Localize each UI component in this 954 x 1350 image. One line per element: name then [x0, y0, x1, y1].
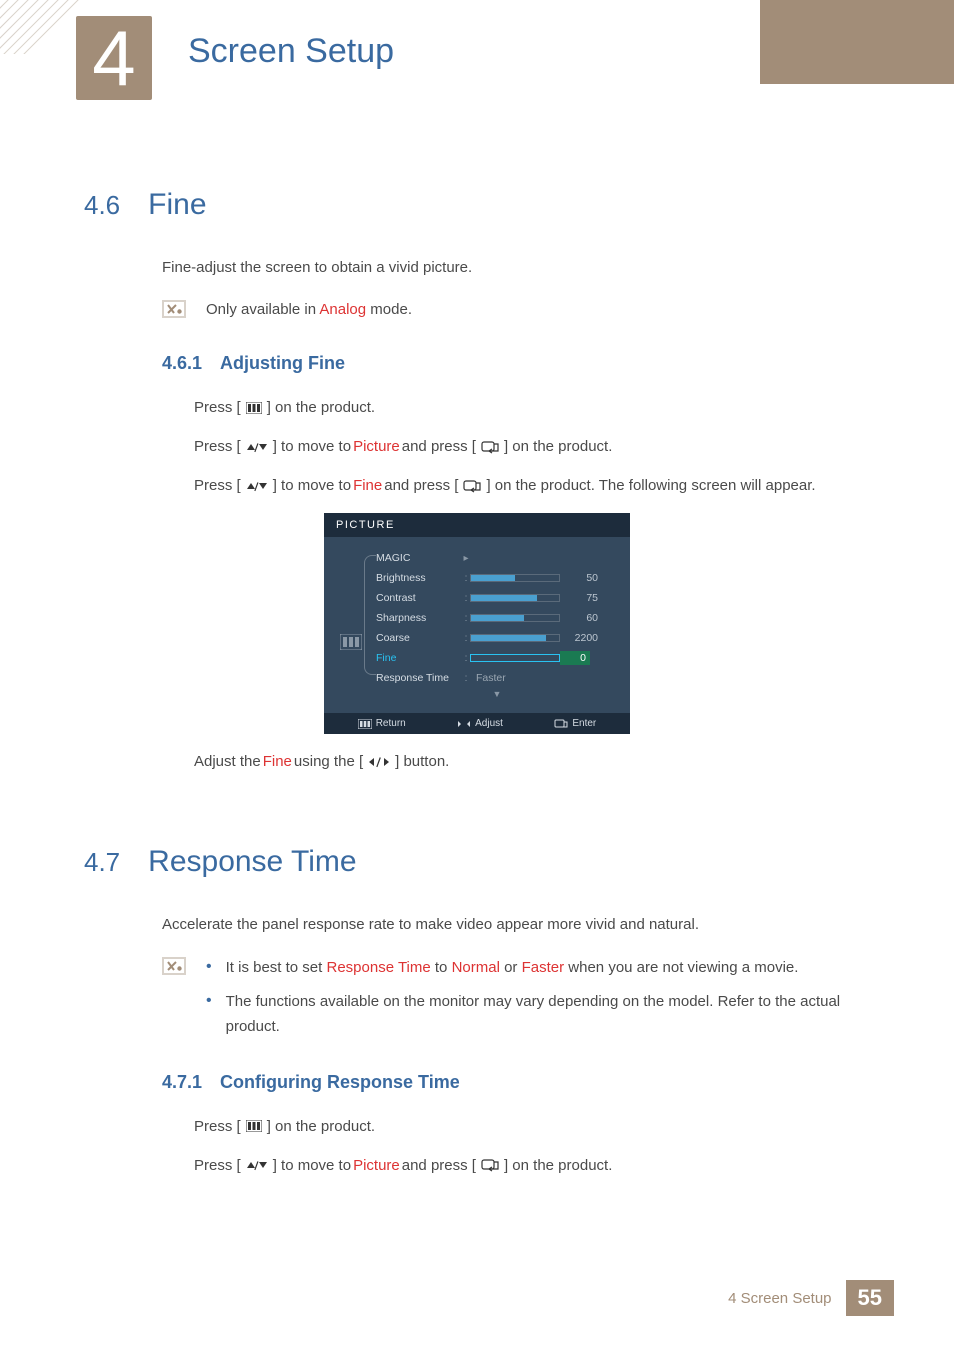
note-analog-only: Only available in Analog mode.	[162, 298, 870, 325]
up-down-icon	[246, 1159, 268, 1171]
step-2: Press [ ] to move to Picture and press […	[194, 433, 870, 460]
section-title: Response Time	[148, 845, 356, 879]
section-number: 4.7	[84, 847, 120, 878]
osd-category-icon	[336, 549, 366, 705]
note-response-time: • It is best to set Response Time to Nor…	[162, 955, 870, 1048]
footer-chapter-label: 4 Screen Setup	[728, 1290, 831, 1307]
subsection-heading-configuring-rt: 4.7.1 Configuring Response Time	[162, 1072, 870, 1093]
enter-icon	[481, 1158, 499, 1172]
section-title: Fine	[148, 188, 206, 222]
note-icon	[162, 955, 188, 982]
chapter-number-box: 4	[76, 16, 152, 100]
bullet-2: • The functions available on the monitor…	[206, 989, 870, 1040]
left-right-icon	[368, 756, 390, 768]
step-adjust-fine: Adjust the Fine using the [ ] button.	[194, 748, 870, 775]
subsection-heading-adjusting-fine: 4.6.1 Adjusting Fine	[162, 353, 870, 374]
section-number: 4.6	[84, 190, 120, 221]
footer-page-number: 55	[846, 1280, 894, 1316]
chapter-title: Screen Setup	[188, 32, 394, 71]
osd-screenshot: PICTURE MAGIC▸ Brightness:50 Contrast:75…	[324, 513, 630, 734]
step-2-rt: Press [ ] to move to Picture and press […	[194, 1152, 870, 1179]
note-text: Only available in Analog mode.	[206, 298, 870, 322]
section-intro: Accelerate the panel response rate to ma…	[162, 913, 870, 937]
osd-title: PICTURE	[324, 513, 630, 537]
enter-icon	[481, 440, 499, 454]
osd-footer: Return Adjust Enter	[324, 713, 630, 734]
up-down-icon	[246, 441, 268, 453]
section-heading-response-time: 4.7 Response Time	[84, 845, 870, 879]
step-1-rt: Press [ ] on the product.	[194, 1113, 870, 1140]
note-icon	[162, 298, 188, 325]
bullet-1: • It is best to set Response Time to Nor…	[206, 955, 870, 981]
enter-icon	[463, 479, 481, 493]
step-3: Press [ ] to move to Fine and press [ ] …	[194, 472, 870, 499]
menu-icon	[246, 1120, 262, 1132]
menu-icon	[246, 402, 262, 414]
section-heading-fine: 4.6 Fine	[84, 188, 870, 222]
up-down-icon	[246, 480, 268, 492]
step-1: Press [ ] on the product.	[194, 394, 870, 421]
section-intro: Fine-adjust the screen to obtain a vivid…	[162, 256, 870, 280]
page-footer: 4 Screen Setup 55	[728, 1280, 894, 1316]
